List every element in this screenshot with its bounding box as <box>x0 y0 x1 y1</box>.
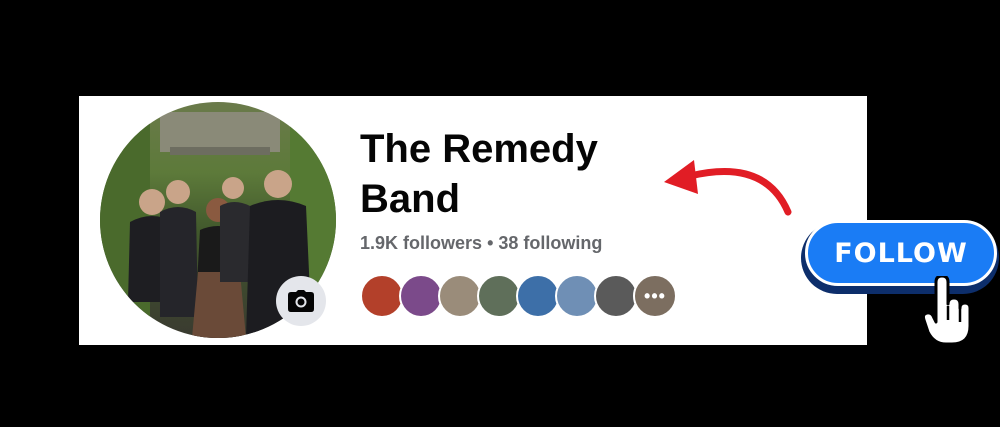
red-arrow-icon <box>664 160 792 216</box>
followers-link[interactable]: 1.9K followers <box>360 233 482 254</box>
following-link[interactable]: 38 following <box>498 233 602 254</box>
hand-pointer-icon <box>922 276 972 346</box>
friend-avatar[interactable] <box>594 274 638 318</box>
friend-avatar[interactable] <box>360 274 404 318</box>
more-friends-button[interactable]: ••• <box>633 274 677 318</box>
friend-avatar[interactable] <box>438 274 482 318</box>
friend-avatar[interactable] <box>555 274 599 318</box>
follow-stats: 1.9K followers • 38 following <box>360 233 602 254</box>
friend-avatar[interactable] <box>516 274 560 318</box>
camera-icon <box>288 290 314 312</box>
more-dots: ••• <box>644 285 666 306</box>
stats-separator: • <box>487 233 494 253</box>
friend-avatar[interactable] <box>399 274 443 318</box>
page-title: The Remedy Band <box>360 127 598 221</box>
friend-avatar[interactable] <box>477 274 521 318</box>
change-photo-button[interactable] <box>276 276 326 326</box>
friend-avatars: ••• <box>360 274 677 318</box>
